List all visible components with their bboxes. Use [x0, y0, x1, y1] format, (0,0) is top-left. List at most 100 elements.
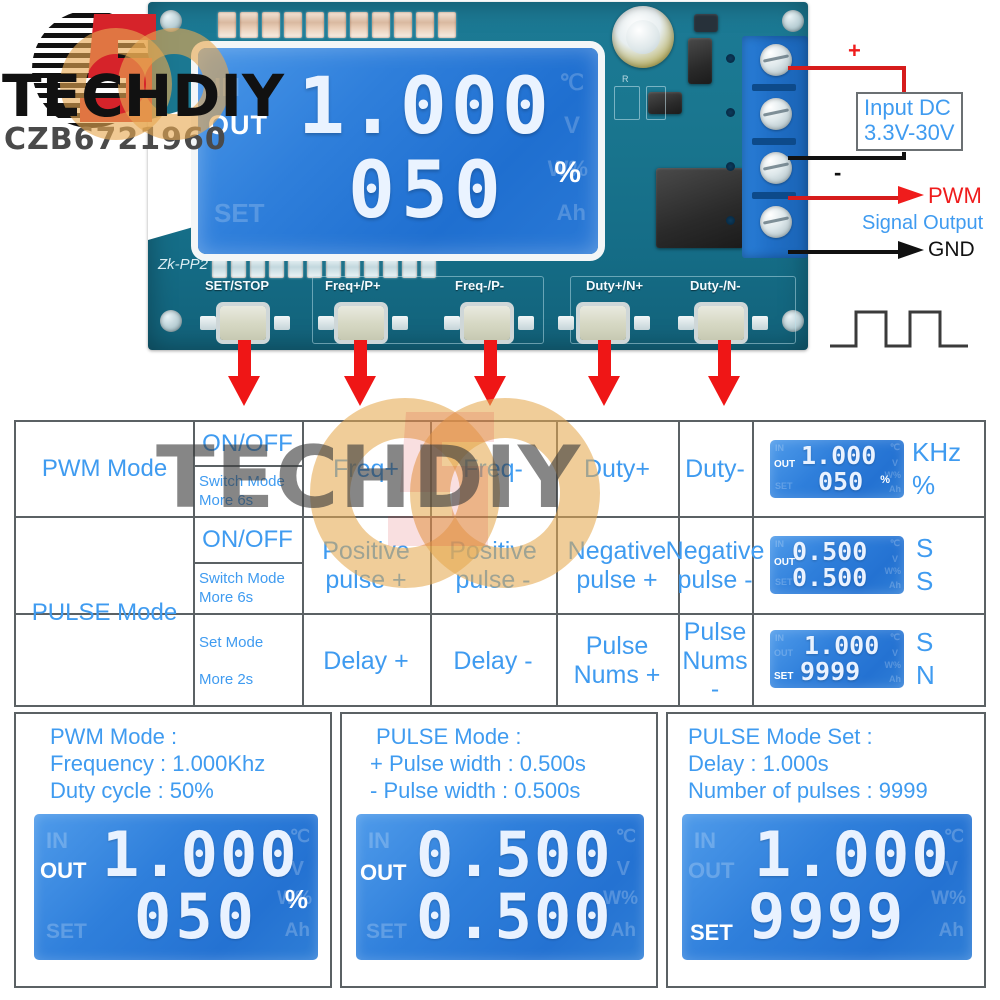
mini-ghost-out: OUT [774, 648, 793, 658]
pwm-panel-line3: Duty cycle : 50% [50, 778, 214, 803]
lcd-pad-row-bottom [212, 258, 436, 278]
lcd-label-out: OUT [40, 858, 87, 883]
lcd-unit-percent: % [554, 156, 582, 189]
lcd-ghost-out: OUT [688, 858, 735, 883]
pulse-nums-down-cell: Pulse Nums - [682, 617, 748, 704]
mini-label-out: OUT [774, 459, 796, 470]
mini-ghost-in: IN [775, 633, 784, 643]
lcd-label-out: OUT [360, 860, 407, 885]
terminal-screw-vplus[interactable] [760, 44, 792, 76]
pulse-panel-line3: - Pulse width : 0.500s [370, 778, 581, 803]
input-dc-line1: Input DC [864, 95, 951, 120]
lcd-value-bottom: 050 [134, 880, 258, 953]
product-infographic: IN OUT SET ℃ V W% Ah 1.000 050 % R Zk-PP… [0, 0, 1000, 1000]
mini-ghost-celsius: ℃ [889, 538, 900, 548]
mode-function-table: PWM Mode ON/OFF Switch Mode More 6s Freq… [14, 420, 986, 707]
lcd-ghost-celsius: ℃ [615, 826, 636, 846]
mini-value-top: 1.000 [801, 441, 877, 470]
wire-gnd [788, 250, 910, 254]
lcd-ghost-set: SET [214, 198, 265, 228]
terminal-screw-vminus[interactable] [760, 98, 792, 130]
silkscreen-r-label: R [622, 74, 629, 84]
lcd-ghost-in: IN [694, 828, 716, 853]
wire-vplus-horizontal [788, 66, 906, 70]
lcd-ghost-ah: Ah [556, 200, 586, 225]
mini-ghost-set: SET [775, 481, 793, 491]
pulse-set-mode-cell: Set Mode More 2s [193, 615, 302, 707]
pulse-panel-line2: + Pulse width : 0.500s [370, 751, 586, 776]
set-mode-label: Set Mode [199, 633, 264, 651]
freq-up-button[interactable] [338, 306, 384, 340]
lcd-ghost-ah: Ah [938, 920, 964, 941]
unit-khz: KHz [912, 437, 962, 467]
electrolytic-capacitor [612, 6, 674, 68]
unit-seconds-bottom: S [916, 565, 934, 596]
board-photo-area: IN OUT SET ℃ V W% Ah 1.000 050 % R Zk-PP… [0, 0, 1000, 406]
pulse-positive-up-cell: Positive pulse + [322, 536, 410, 594]
mini-value-bottom: 9999 [800, 657, 861, 686]
duty-up-button[interactable] [580, 306, 626, 340]
mini-ghost-in: IN [775, 443, 784, 453]
pad-hole [726, 216, 735, 225]
lcd-ghost-ah: Ah [284, 920, 310, 941]
pulse-panel-line1: PULSE Mode : [376, 724, 522, 749]
lcd-ghost-volt: V [616, 858, 630, 880]
wire-vminus-vertical [902, 152, 906, 160]
pwm-mode-panel: PWM Mode : Frequency : 1.000Khz Duty cyc… [14, 712, 332, 988]
set-panel-line1: PULSE Mode Set : [688, 724, 873, 749]
button-label-duty-up: Duty+/N+ [586, 278, 644, 293]
silk-box [614, 86, 640, 120]
mini-ghost-watt: W% [884, 566, 902, 576]
arrow-head-gnd-icon [898, 241, 924, 259]
pwm-panel-line2: Frequency : 1.000Khz [50, 751, 266, 776]
unit-number: N [916, 659, 935, 690]
lcd-ghost-set: SET [46, 920, 87, 943]
pwm-panel-lcd: IN OUT SET ℃ V W% Ah 1.000 050 % [34, 814, 318, 960]
lcd-ghost-in: IN [368, 828, 390, 853]
terminal-slot [752, 138, 796, 145]
lcd-label-set: SET [690, 920, 733, 945]
input-dc-label: Input DC 3.3V-30V [856, 92, 963, 152]
mini-value-top: 1.000 [804, 631, 880, 660]
terminal-slot [752, 84, 796, 91]
wire-pwm [788, 196, 910, 200]
board-lcd-display: IN OUT SET ℃ V W% Ah 1.000 050 % [198, 48, 598, 254]
pulse-mode-set-panel: PULSE Mode Set : Delay : 1.000s Number o… [666, 712, 986, 988]
lcd-pad-row-top [218, 12, 456, 38]
lcd-ghost-volt: V [563, 112, 580, 139]
lcd-ghost-in: IN [214, 72, 240, 102]
lcd-ghost-ah: Ah [610, 920, 636, 941]
table-row-label-pulse: PULSE Mode [31, 598, 178, 626]
brand-logo-red-mark [80, 14, 156, 122]
seller-code: CZB6721960 [4, 122, 227, 157]
lcd-unit: % [284, 884, 308, 914]
pulse-negative-down-cell: Negative pulse - [665, 536, 765, 594]
power-mosfet [656, 168, 744, 248]
freq-down-button[interactable] [464, 306, 510, 340]
plus-sign: + [848, 38, 861, 63]
pulse-mode-panel: PULSE Mode : + Pulse width : 0.500s - Pu… [340, 712, 658, 988]
lcd-ghost-watt: W% [931, 888, 966, 909]
duty-down-button[interactable] [698, 306, 744, 340]
mini-value-bottom: 0.500 [792, 563, 868, 592]
unit-seconds-top: S [916, 533, 934, 563]
silk-box [646, 86, 666, 120]
mini-label-set: SET [774, 671, 794, 682]
button-label-freq-up: Freq+/P+ [325, 278, 381, 293]
mini-ghost-celsius: ℃ [889, 442, 900, 452]
lcd-ghost-set: SET [366, 920, 407, 943]
set-stop-button[interactable] [220, 306, 266, 340]
square-wave-icon [830, 310, 968, 348]
pulse-mode-mini-lcd: IN OUT SET ℃ V W% Ah 0.500 0.500 [770, 536, 904, 594]
wire-vminus-horizontal [788, 156, 906, 160]
mount-hole [782, 10, 804, 32]
pulse-negative-up-cell: Negative pulse + [567, 536, 667, 594]
lcd-value-bottom: 9999 [748, 880, 906, 953]
mini-ghost-set: SET [775, 577, 793, 587]
lcd-ghost-celsius: ℃ [559, 70, 584, 95]
button-label-freq-down: Freq-/P- [455, 278, 505, 293]
pulse-onoff-cell: ON/OFF [202, 526, 293, 553]
pulse-set-units: S N [916, 626, 935, 691]
mini-value-top: 0.500 [792, 537, 868, 566]
terminal-screw-gnd[interactable] [760, 206, 792, 238]
